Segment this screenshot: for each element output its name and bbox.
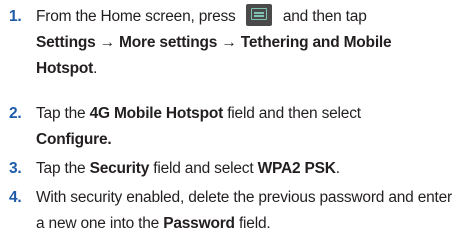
option-name: Configure. [36,131,112,148]
step-text: . [335,160,340,177]
option-name: WPA2 PSK [257,160,336,177]
step-3: 3. Tap the Security field and select WPA… [0,156,340,182]
step-text: Tap the [36,160,86,177]
step-number: 1. [9,8,22,25]
menu-key-icon [245,4,272,26]
step-text: field and select [153,160,254,177]
step-number: 2. [9,105,22,122]
step-4: 4. With security enabled, delete the pre… [0,185,455,237]
step-number: 3. [9,160,22,177]
step-text: . [93,60,98,77]
field-name: Security [89,160,150,177]
step-text: and then tap [282,8,367,25]
step-text: Tap the [36,105,86,122]
step-1: 1. From the Home screen, press and then … [0,4,455,82]
step-text: field and then select [227,105,361,122]
step-number: 4. [9,189,22,206]
field-name: Password [163,215,235,232]
step-2: 2. Tap the 4G Mobile Hotspot field and t… [0,101,361,153]
step-text: From the Home screen, press [36,8,236,25]
settings-path: Settings → More settings → Tethering and… [36,34,392,77]
step-text: field. [238,215,271,232]
field-name: 4G Mobile Hotspot [89,105,224,122]
